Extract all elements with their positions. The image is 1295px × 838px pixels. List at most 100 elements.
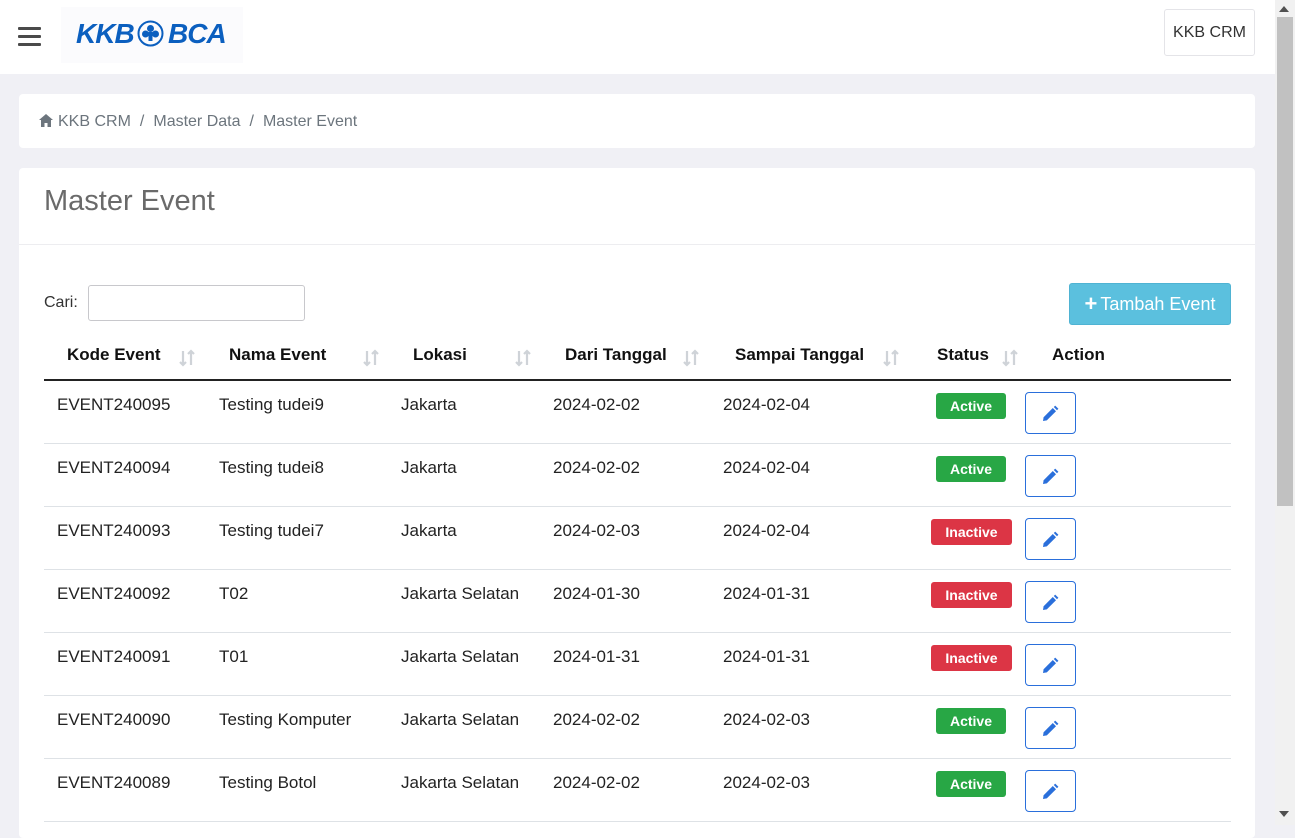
edit-button[interactable]	[1025, 580, 1076, 623]
top-navbar: KKB BCA KKB CRM	[0, 0, 1275, 74]
scroll-down-arrow-icon[interactable]	[1279, 811, 1289, 817]
column-header-status[interactable]: Status	[912, 334, 1024, 381]
scrollbar-thumb[interactable]	[1277, 17, 1293, 506]
table-cell-status: Active	[912, 380, 1024, 444]
logo-text-kkb: KKB	[76, 18, 135, 49]
cell-text-dari: 2024-02-02	[553, 772, 640, 792]
table-cell-dari: 2024-02-02	[542, 443, 712, 507]
table-cell-sampai: 2024-02-03	[712, 758, 912, 822]
cell-text-dari: 2024-02-03	[553, 520, 640, 540]
cell-text-kode: EVENT240090	[57, 709, 171, 729]
table-cell-lokasi: Jakarta	[390, 443, 542, 507]
table-cell-kode: EVENT240090	[44, 695, 206, 759]
cell-text-dari: 2024-02-02	[553, 709, 640, 729]
sort-arrows-icon	[363, 349, 379, 367]
cell-text-kode: EVENT240092	[57, 583, 171, 603]
table-cell-action	[1024, 443, 1231, 507]
table-cell-nama: Testing tudei9	[206, 380, 390, 444]
table-row: EVENT240092 T02 Jakarta Selatan 2024-01-30 2…	[44, 569, 1231, 633]
cell-text-lokasi: Jakarta Selatan	[401, 583, 520, 603]
user-menu-button[interactable]: KKB CRM	[1164, 9, 1255, 56]
hamburger-menu-icon[interactable]	[18, 27, 41, 46]
edit-button[interactable]	[1025, 454, 1076, 497]
search-input[interactable]	[88, 285, 305, 321]
cell-text-lokasi: Jakarta Selatan	[401, 709, 520, 729]
table-cell-lokasi: Jakarta	[390, 506, 542, 570]
table-cell-action	[1024, 380, 1231, 444]
status-badge: Active	[936, 455, 1006, 482]
table-row: EVENT240089 Testing Botol Jakarta Selatan 2…	[44, 758, 1231, 822]
table-cell-nama: Testing Komputer	[206, 695, 390, 759]
column-header-kode-event[interactable]: Kode Event	[44, 334, 206, 381]
table-cell-dari: 2024-02-02	[542, 758, 712, 822]
card-header: Master Event	[19, 168, 1255, 245]
sort-arrows-icon	[883, 349, 899, 367]
status-badge: Inactive	[931, 581, 1012, 608]
table-row: EVENT240093 Testing tudei7 Jakarta 2024-02-…	[44, 506, 1231, 570]
table-cell-sampai: 2024-02-03	[712, 695, 912, 759]
table-cell-action	[1024, 695, 1231, 759]
cell-text-nama: T01	[219, 646, 249, 666]
table-cell-status: Active	[912, 443, 1024, 507]
breadcrumb-item-master-data[interactable]: Master Data	[153, 113, 240, 130]
cell-text-lokasi: Jakarta Selatan	[401, 772, 520, 792]
cell-text-lokasi: Jakarta	[401, 520, 457, 540]
pencil-icon	[1043, 720, 1059, 736]
table-cell-kode: EVENT240095	[44, 380, 206, 444]
edit-button[interactable]	[1025, 769, 1076, 812]
table-cell-lokasi: Jakarta Selatan	[390, 569, 542, 633]
breadcrumb-home[interactable]: KKB CRM	[39, 113, 131, 130]
cell-text-kode: EVENT240094	[57, 457, 171, 477]
cell-text-nama: Testing tudei8	[219, 457, 324, 477]
table-cell-nama: T02	[206, 569, 390, 633]
edit-button[interactable]	[1025, 643, 1076, 686]
pencil-icon	[1043, 468, 1059, 484]
cell-text-sampai: 2024-01-31	[723, 583, 810, 603]
cell-text-sampai: 2024-02-04	[723, 457, 810, 477]
pencil-icon	[1043, 783, 1059, 799]
cell-text-nama: Testing tudei9	[219, 395, 324, 414]
cell-text-sampai: 2024-01-31	[723, 646, 810, 666]
add-event-button[interactable]: + Tambah Event	[1069, 283, 1231, 325]
table-cell-action	[1024, 506, 1231, 570]
column-header-nama-event[interactable]: Nama Event	[206, 334, 390, 381]
sort-arrows-icon	[179, 349, 195, 367]
table-cell-sampai: 2024-02-04	[712, 506, 912, 570]
cell-text-nama: Testing Botol	[219, 772, 317, 792]
column-header-dari-tanggal[interactable]: Dari Tanggal	[542, 334, 712, 381]
table-cell-kode: EVENT240092	[44, 569, 206, 633]
column-header-label: Dari Tanggal	[565, 345, 667, 364]
scroll-up-arrow-icon[interactable]	[1279, 6, 1289, 12]
home-icon	[39, 114, 53, 127]
edit-button[interactable]	[1025, 392, 1076, 434]
breadcrumb-card: KKB CRM / Master Data / Master Event	[19, 94, 1255, 148]
pencil-icon	[1043, 405, 1059, 421]
bca-emblem-icon	[137, 20, 164, 47]
table-cell-dari: 2024-01-30	[542, 569, 712, 633]
cell-text-sampai: 2024-02-03	[723, 709, 810, 729]
table-cell-action	[1024, 632, 1231, 696]
vertical-scrollbar[interactable]	[1275, 0, 1295, 825]
table-cell-lokasi: Jakarta	[390, 380, 542, 444]
status-badge: Active	[936, 393, 1006, 419]
edit-button[interactable]	[1025, 706, 1076, 749]
column-header-lokasi[interactable]: Lokasi	[390, 334, 542, 381]
table-cell-dari: 2024-02-02	[542, 380, 712, 444]
sort-arrows-icon	[683, 349, 699, 367]
column-header-label: Kode Event	[67, 345, 161, 364]
table-row: EVENT240095 Testing tudei9 Jakarta 2024-02-…	[44, 380, 1231, 444]
column-header-sampai-tanggal[interactable]: Sampai Tanggal	[712, 334, 912, 381]
search-label: Cari:	[44, 294, 78, 311]
table-cell-kode: EVENT240094	[44, 443, 206, 507]
table-cell-dari: 2024-01-31	[542, 632, 712, 696]
column-header-label: Action	[1052, 345, 1105, 364]
edit-button[interactable]	[1025, 517, 1076, 560]
cell-text-dari: 2024-01-30	[553, 583, 640, 603]
status-badge: Inactive	[931, 518, 1012, 545]
column-header-label: Lokasi	[413, 345, 467, 364]
cell-text-nama: Testing tudei7	[219, 520, 324, 540]
add-event-label: Tambah Event	[1100, 294, 1216, 314]
table-cell-action	[1024, 758, 1231, 822]
pencil-icon	[1043, 594, 1059, 610]
kkb-bca-logo[interactable]: KKB BCA	[61, 7, 243, 63]
